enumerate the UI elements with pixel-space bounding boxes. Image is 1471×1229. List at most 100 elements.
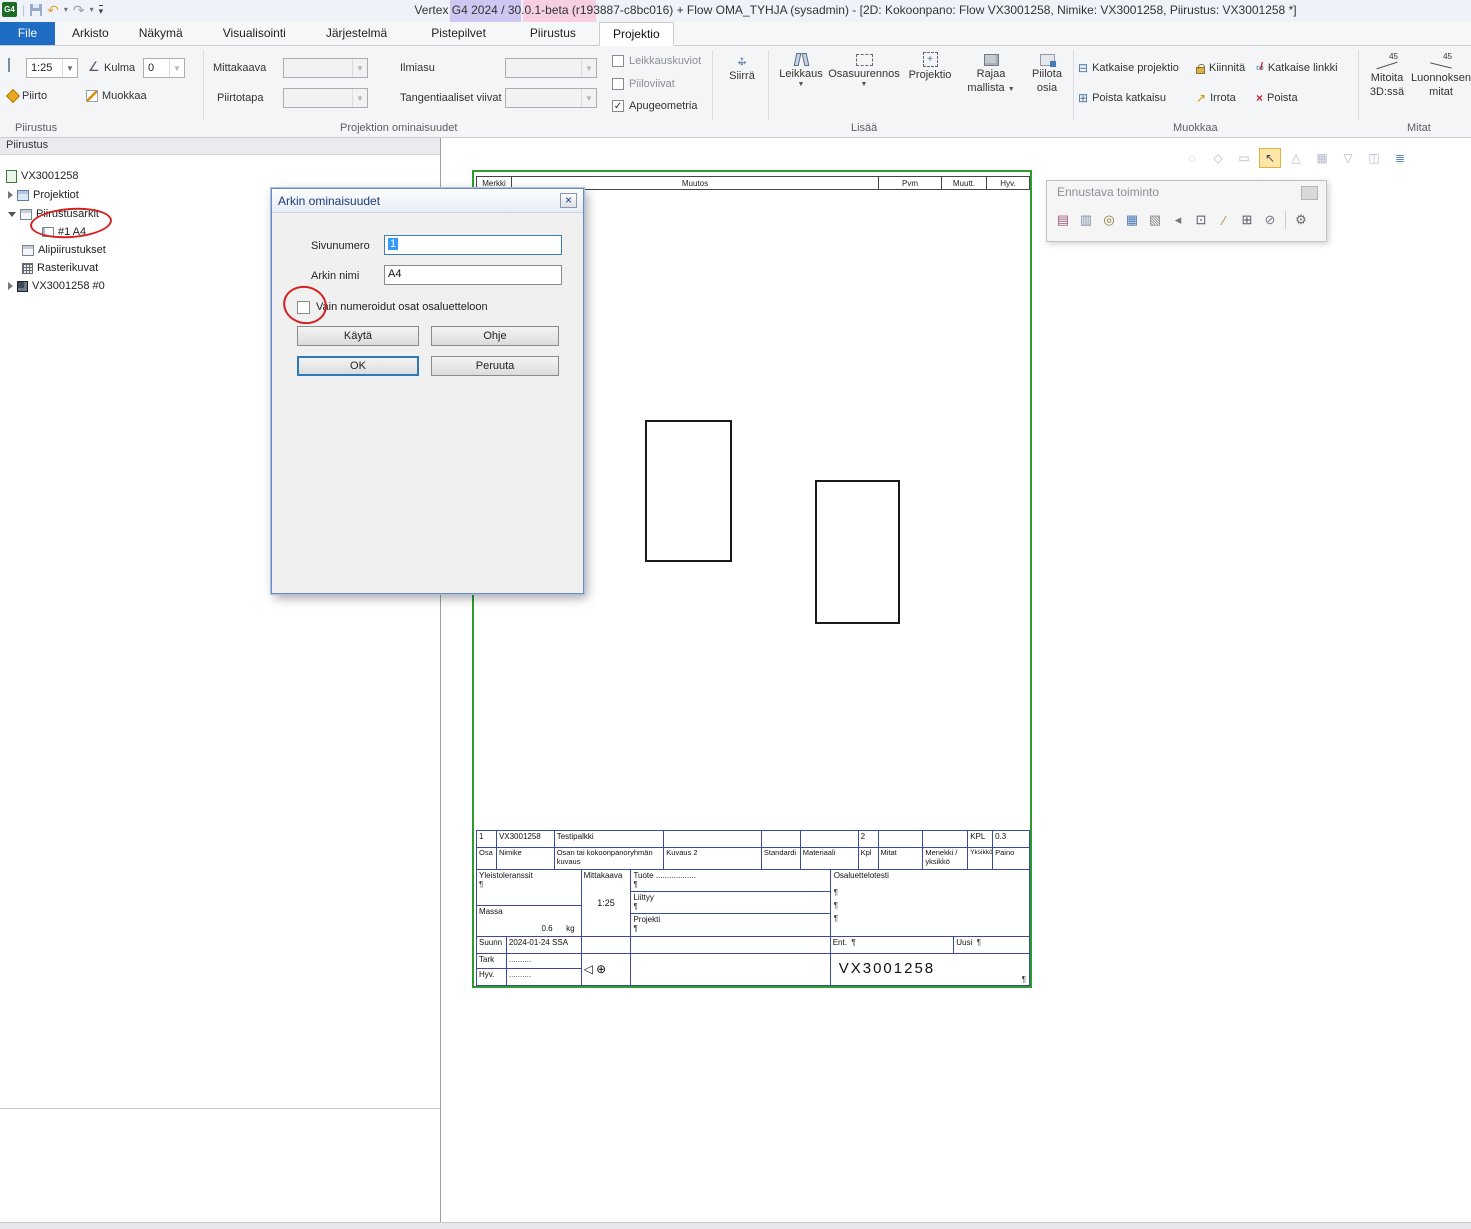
katkaise-projektio-button[interactable]: ⊟ Katkaise projektio — [1078, 62, 1179, 74]
arkin-nimi-label: Arkin nimi — [311, 270, 359, 282]
mittakaava-combo[interactable]: ▼ — [283, 58, 368, 78]
poista-katkaisu-button[interactable]: ⊞ Poista katkaisu — [1078, 92, 1166, 104]
poista-button[interactable]: × Poista — [1256, 92, 1298, 104]
select-cursor-icon[interactable]: ↖ — [1259, 148, 1281, 168]
arkin-nimi-input[interactable]: A4 — [384, 265, 562, 285]
suunn-label: Suunn — [477, 937, 507, 954]
tab-visualisointi[interactable]: Visualisointi — [210, 22, 299, 45]
tree-item-model[interactable]: VX3001258 #0 — [8, 277, 105, 295]
close-icon[interactable]: × — [560, 193, 577, 208]
muokkaa-button[interactable]: Muokkaa — [86, 90, 147, 102]
sivunumero-input[interactable]: 1 — [384, 235, 562, 255]
save-icon[interactable] — [30, 4, 42, 16]
list-icon[interactable]: ≣ — [1389, 148, 1411, 168]
piilota-osia-button[interactable]: Piilota osia — [1022, 52, 1072, 118]
piiloviivat-checkbox[interactable]: Piiloviivat — [612, 78, 675, 90]
kayta-button[interactable]: Käytä — [297, 326, 419, 346]
undo-dropdown-icon[interactable]: ▾ — [64, 5, 68, 14]
region-icon[interactable]: ▭ — [1233, 148, 1255, 168]
part-rectangle-1[interactable] — [645, 420, 732, 562]
triangle-snap-icon[interactable]: △ — [1285, 148, 1307, 168]
projekti-label: Projekti — [633, 915, 660, 924]
lock-icon — [1196, 67, 1205, 74]
drawing-canvas[interactable]: ◌ ◇ ▭ ↖ △ ▦ ▽ ◫ ≣ Merkki Muutos Pvm Muut… — [441, 138, 1471, 1222]
tree-item-projektiot[interactable]: Projektiot — [8, 186, 79, 204]
redo-dropdown-icon[interactable]: ▾ — [90, 5, 94, 14]
draw-line-icon[interactable]: ∕ — [1214, 209, 1234, 231]
pick-icon[interactable]: ◌ — [1181, 148, 1203, 168]
piirto-button[interactable]: Piirto — [8, 90, 47, 102]
expand-icon[interactable] — [8, 282, 13, 290]
rajaa-mallista-button[interactable]: Rajaa mallista ▼ — [962, 52, 1020, 118]
group-label-muokkaa: Muokkaa — [1173, 122, 1218, 134]
projektio-button[interactable]: + Projektio — [902, 52, 958, 118]
apugeometria-checkbox[interactable]: Apugeometria — [612, 100, 698, 112]
tab-pistepilvet[interactable]: Pistepilvet — [418, 22, 499, 45]
kiinnita-button[interactable]: Kiinnitä — [1196, 62, 1245, 74]
tab-jarjestelma[interactable]: Järjestelmä — [313, 22, 400, 45]
leikkauskuviot-checkbox[interactable]: Leikkauskuviot — [612, 55, 701, 67]
settings-gear-icon[interactable]: ⚙ — [1291, 209, 1311, 231]
tree-item-alipiirustukset[interactable]: Alipiirustukset — [22, 241, 106, 259]
dialog-titlebar[interactable]: Arkin ominaisuudet × — [272, 189, 583, 213]
tab-arkisto[interactable]: Arkisto — [59, 22, 122, 45]
tab-file[interactable]: File — [0, 22, 55, 45]
tangentiaaliset-combo[interactable]: ▼ — [505, 88, 597, 108]
undo-icon[interactable]: ↶ — [47, 3, 59, 17]
app-icon[interactable]: G4 — [2, 2, 17, 17]
filter-icon[interactable]: ▽ — [1337, 148, 1359, 168]
checkbox-checked-icon[interactable] — [612, 100, 624, 112]
siirra-button[interactable]: ↔↕ Siirrä — [718, 52, 766, 118]
properties-icon[interactable]: ▥ — [1076, 209, 1096, 231]
previous-icon[interactable]: ◂ — [1168, 209, 1188, 231]
layers-icon[interactable]: ◫ — [1363, 148, 1385, 168]
customize-qat-icon[interactable]: ▾ — [99, 5, 104, 15]
grid-icon[interactable]: ▦ — [1311, 148, 1333, 168]
zoom-icon[interactable]: ◎ — [1099, 209, 1119, 231]
yleistoleranssit-label: Yleistoleranssit — [479, 871, 533, 880]
expand-icon[interactable] — [8, 191, 13, 199]
irrota-button[interactable]: ↗ Irrota — [1196, 92, 1236, 104]
osasuurennos-button[interactable]: Osasuurennos ▼ — [827, 52, 901, 118]
predictive-action-title: Ennustava toiminto — [1047, 181, 1326, 199]
luonnoksen-mitat-button[interactable]: 45 Luonnoksen mitat — [1412, 52, 1470, 118]
tab-nakyma[interactable]: Näkymä — [126, 22, 196, 45]
leikkaus-button[interactable]: Leikkaus ▼ — [774, 52, 828, 118]
insert-icon[interactable]: ⊞ — [1237, 209, 1257, 231]
collapse-icon[interactable] — [8, 212, 16, 217]
chevron-down-icon[interactable]: ▼ — [352, 89, 367, 107]
chevron-down-icon[interactable]: ▼ — [581, 89, 596, 107]
toolbar-options-button[interactable] — [1301, 186, 1318, 200]
chevron-down-icon[interactable]: ▼ — [169, 59, 184, 77]
redo-icon[interactable]: ↷ — [73, 3, 85, 17]
mitoita-3d-button[interactable]: 45 Mitoita 3D:ssä — [1362, 52, 1412, 118]
kulma-combo[interactable]: 0▼ — [143, 58, 185, 78]
table-icon[interactable]: ▦ — [1122, 209, 1142, 231]
chevron-down-icon[interactable]: ▼ — [62, 59, 77, 77]
ok-button[interactable]: OK — [297, 356, 419, 376]
osnap-icon[interactable]: ◇ — [1207, 148, 1229, 168]
print-preview-icon[interactable]: ▧ — [1145, 209, 1165, 231]
peruuta-button[interactable]: Peruuta — [431, 356, 559, 376]
group-label-mitat: Mitat — [1407, 122, 1431, 134]
panel-divider[interactable] — [0, 1108, 440, 1109]
checkbox-icon[interactable] — [612, 55, 624, 67]
tab-projektio[interactable]: Projektio — [599, 22, 674, 46]
tab-piirustus[interactable]: Piirustus — [517, 22, 589, 45]
col-menekki: Menekki / yksikkö — [923, 848, 968, 870]
disable-icon[interactable]: ⊘ — [1260, 209, 1280, 231]
ilmiasu-combo[interactable]: ▼ — [505, 58, 597, 78]
part-rectangle-2[interactable] — [815, 480, 900, 624]
chevron-down-icon[interactable]: ▼ — [352, 59, 367, 77]
piirtotapa-combo[interactable]: ▼ — [283, 88, 368, 108]
checkbox-icon[interactable] — [612, 78, 624, 90]
print-icon[interactable]: ▤ — [1053, 209, 1073, 231]
crop-icon[interactable]: ⊡ — [1191, 209, 1211, 231]
scale-combo[interactable]: 1:25▼ — [26, 58, 78, 78]
ohje-button[interactable]: Ohje — [431, 326, 559, 346]
chevron-down-icon[interactable]: ▼ — [581, 59, 596, 77]
tree-item-root[interactable]: VX3001258 — [6, 167, 79, 185]
katkaise-linkki-button[interactable]: ∞ Katkaise linkki — [1256, 62, 1338, 74]
tree-item-rasterikuvat[interactable]: Rasterikuvat — [22, 259, 98, 277]
liittyy-label: Liittyy — [633, 893, 653, 902]
